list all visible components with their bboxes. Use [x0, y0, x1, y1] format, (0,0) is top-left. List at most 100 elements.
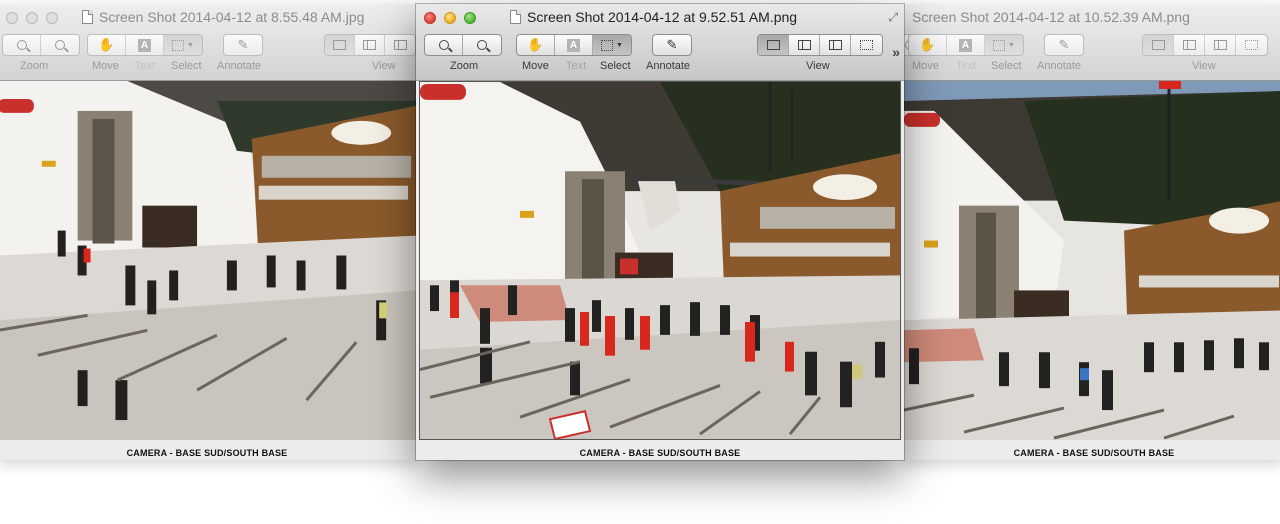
annotate-button[interactable]: ✎ — [224, 35, 262, 55]
view-thumbnails-button[interactable] — [789, 35, 820, 55]
zoom-control — [424, 34, 502, 56]
text-tool-button[interactable]: A — [126, 35, 164, 55]
zoom-out-button[interactable] — [425, 35, 463, 55]
view-content-only-button[interactable] — [1143, 35, 1174, 55]
preview-window-active[interactable]: Screen Shot 2014-04-12 at 9.52.51 AM.png… — [416, 4, 904, 460]
image-caption: CAMERA - BASE SUD/SOUTH BASE — [579, 448, 741, 458]
image-caption: CAMERA - BASE SUD/SOUTH BASE — [126, 448, 288, 458]
chevron-down-icon: ▼ — [616, 41, 623, 49]
preview-window-left[interactable]: Screen Shot 2014-04-12 at 8.55.48 AM.jpg… — [0, 4, 416, 460]
select-tool-button[interactable]: ▼ — [164, 35, 202, 55]
move-label: Move — [92, 60, 119, 72]
window-title-text: Screen Shot 2014-04-12 at 8.55.48 AM.jpg — [99, 9, 365, 25]
close-button[interactable] — [424, 12, 436, 24]
zoom-window-button[interactable] — [46, 12, 58, 24]
view-contact-sheet-button[interactable] — [1236, 35, 1267, 55]
move-tool-button[interactable]: ✋ — [88, 35, 126, 55]
zoom-control — [2, 34, 80, 56]
pencil-icon: ✎ — [1058, 37, 1070, 52]
annotate-label: Annotate — [646, 60, 691, 72]
table-of-contents-icon — [393, 40, 407, 50]
zoom-in-icon — [477, 40, 487, 50]
text-tool-button[interactable]: A — [555, 35, 593, 55]
chevron-down-icon: ▼ — [1008, 41, 1015, 49]
view-toc-button[interactable] — [385, 35, 415, 55]
window-title: Screen Shot 2014-04-12 at 9.52.51 AM.png — [510, 9, 797, 25]
view-content-only-button[interactable] — [758, 35, 789, 55]
view-thumbnails-button[interactable] — [1174, 35, 1205, 55]
window-title: Screen Shot 2014-04-12 at 10.52.39 AM.pn… — [912, 9, 1190, 25]
zoom-out-button[interactable] — [3, 35, 41, 55]
content-only-icon — [333, 40, 346, 50]
zoom-in-button[interactable] — [463, 35, 501, 55]
move-tool-button[interactable]: ✋ — [517, 35, 555, 55]
preview-window-right[interactable]: Screen Shot 2014-04-12 at 10.52.39 AM.pn… — [890, 4, 1280, 460]
webcam-image — [0, 81, 416, 440]
zoom-out-icon — [16, 40, 27, 50]
view-contact-sheet-button[interactable] — [851, 35, 882, 55]
toolbar-overflow-icon[interactable]: » — [892, 44, 900, 60]
webcam-image — [904, 81, 1280, 440]
traffic-lights — [6, 12, 58, 24]
select-label: Select — [171, 60, 202, 72]
text-label: Text — [135, 60, 156, 72]
zoom-in-button[interactable] — [41, 35, 79, 55]
text-label: Text — [566, 60, 587, 72]
contact-sheet-icon — [860, 40, 873, 50]
view-label: View — [372, 60, 396, 72]
zoom-out-icon — [438, 40, 449, 50]
document-icon — [510, 10, 521, 24]
traffic-lights — [424, 12, 476, 24]
webcam-image — [419, 81, 901, 440]
view-toc-button[interactable] — [820, 35, 851, 55]
content-only-icon — [766, 40, 780, 50]
thumbnails-icon — [363, 40, 376, 50]
move-tool-button[interactable]: ✋ — [909, 35, 947, 55]
text-tool-icon: A — [567, 38, 580, 52]
annotate-control: ✎ — [1044, 34, 1084, 56]
view-control — [757, 34, 883, 56]
view-thumbnails-button[interactable] — [355, 35, 385, 55]
tool-mode-control: ✋ A ▼ — [87, 34, 203, 56]
hand-icon: ✋ — [919, 37, 936, 52]
thumbnails-icon — [1182, 40, 1196, 50]
select-label: Select — [991, 60, 1022, 72]
annotate-control: ✎ — [652, 34, 692, 56]
view-toc-button[interactable] — [1205, 35, 1236, 55]
hand-icon: ✋ — [527, 37, 544, 52]
annotate-button[interactable]: ✎ — [1045, 35, 1083, 55]
table-of-contents-icon — [828, 40, 842, 50]
view-content-only-button[interactable] — [325, 35, 355, 55]
text-label: Text — [956, 60, 977, 72]
minimize-button[interactable] — [26, 12, 38, 24]
select-tool-button[interactable]: ▼ — [985, 35, 1023, 55]
close-button[interactable] — [6, 12, 18, 24]
select-tool-button[interactable]: ▼ — [593, 35, 631, 55]
hand-icon: ✋ — [98, 37, 115, 52]
tool-mode-control: ✋ A ▼ — [516, 34, 632, 56]
thumbnails-icon — [797, 40, 811, 50]
select-label: Select — [600, 60, 631, 72]
content-only-icon — [1151, 40, 1165, 50]
chevron-down-icon: ▼ — [187, 41, 194, 49]
minimize-button[interactable] — [444, 12, 456, 24]
window-title: Screen Shot 2014-04-12 at 8.55.48 AM.jpg — [82, 9, 364, 25]
text-tool-icon: A — [138, 38, 151, 52]
pencil-icon: ✎ — [237, 37, 249, 52]
pencil-icon: ✎ — [666, 37, 678, 52]
contact-sheet-icon — [1245, 40, 1258, 50]
window-toolbar: Screen Shot 2014-04-12 at 10.52.39 AM.pn… — [890, 4, 1280, 81]
text-tool-button[interactable]: A — [947, 35, 985, 55]
window-toolbar: Screen Shot 2014-04-12 at 9.52.51 AM.png… — [416, 4, 904, 81]
annotate-label: Annotate — [1037, 60, 1082, 72]
zoom-in-icon — [55, 40, 65, 50]
rectangle-selection-icon — [172, 39, 185, 51]
document-icon — [82, 10, 93, 24]
zoom-window-button[interactable] — [464, 12, 476, 24]
table-of-contents-icon — [1213, 40, 1227, 50]
annotate-button[interactable]: ✎ — [653, 35, 691, 55]
fullscreen-icon[interactable]: ⤢ — [888, 10, 898, 25]
tool-mode-control: ✋ A ▼ — [908, 34, 1024, 56]
view-label: View — [1192, 60, 1216, 72]
move-label: Move — [912, 60, 939, 72]
